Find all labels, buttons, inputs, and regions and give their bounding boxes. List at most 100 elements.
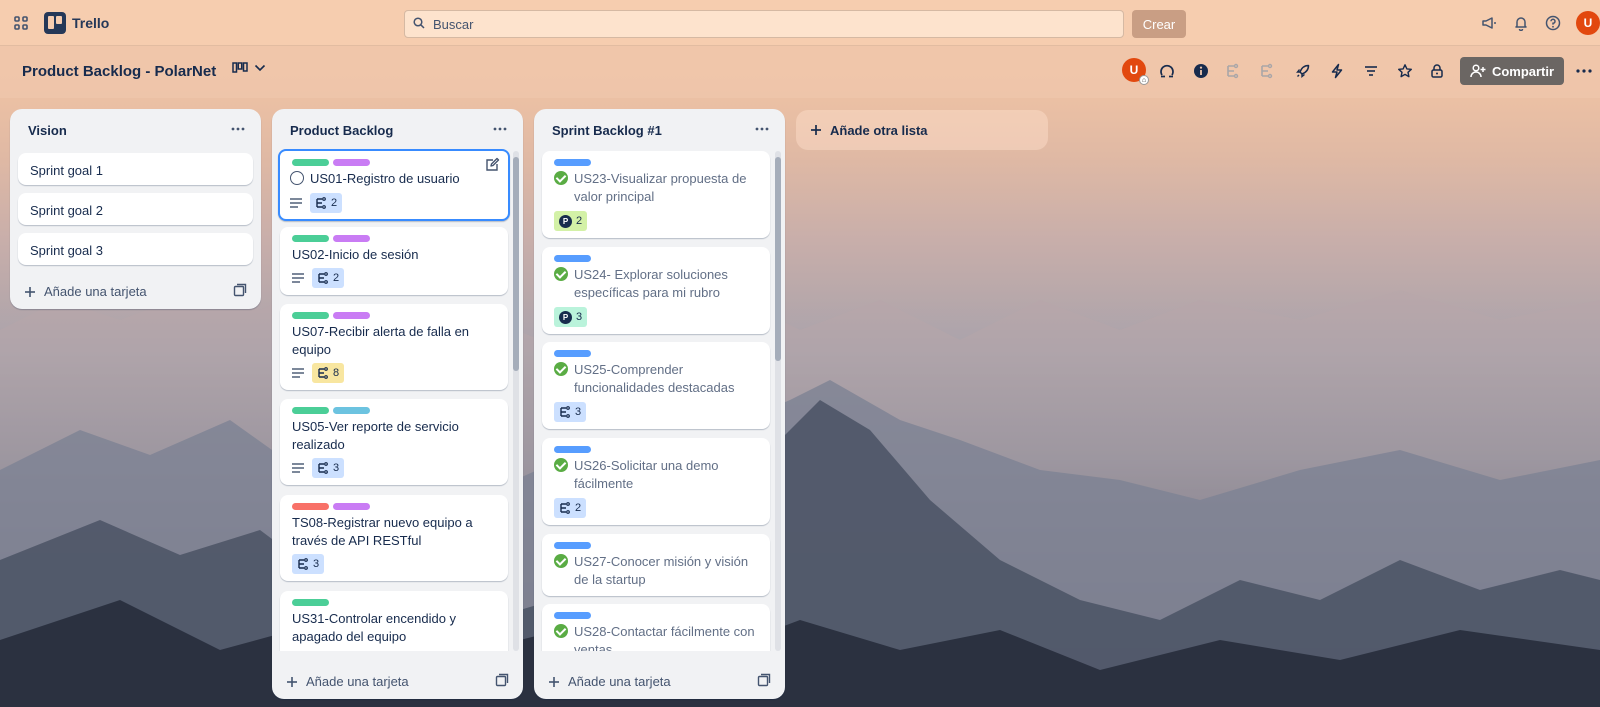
card-template-icon[interactable] <box>757 673 771 687</box>
completed-check-icon[interactable] <box>554 362 568 376</box>
label-sky[interactable] <box>554 446 591 453</box>
add-card-button[interactable]: Añade una tarjeta <box>286 674 409 689</box>
star-icon[interactable] <box>1396 62 1414 80</box>
visibility-lock-icon[interactable] <box>1428 62 1446 80</box>
card-us27[interactable]: US27-Conocer misión y visión de la start… <box>542 534 770 596</box>
list-menu-icon[interactable] <box>753 121 771 137</box>
card-sprint-goal-2[interactable]: Sprint goal 2 <box>18 193 253 225</box>
points-badge: P 3 <box>554 307 588 327</box>
story-points-value: 3 <box>313 558 320 570</box>
description-icon <box>290 198 302 208</box>
card-sprint-goal-1[interactable]: Sprint goal 1 <box>18 153 253 185</box>
complete-checkbox-icon[interactable] <box>290 171 304 185</box>
trello-logo[interactable]: Trello <box>44 12 109 34</box>
megaphone-icon[interactable] <box>1480 14 1498 32</box>
copilot-icon[interactable] <box>1158 62 1176 80</box>
card-labels <box>292 503 370 510</box>
label-sky[interactable] <box>554 159 591 166</box>
card-title-line: US05-Ver reporte de servicio <box>292 419 459 434</box>
description-icon <box>292 463 304 473</box>
info-icon[interactable] <box>1192 62 1210 80</box>
label-purple[interactable] <box>333 312 370 319</box>
power-ups-rocket-icon[interactable] <box>1294 62 1312 80</box>
app-switcher-icon[interactable] <box>12 14 30 32</box>
card-title: US24- Explorar soluciones específicas pa… <box>554 266 728 302</box>
card-ts08[interactable]: TS08-Registrar nuevo equipo a través de … <box>280 495 508 581</box>
board-menu-icon[interactable] <box>1574 62 1594 80</box>
label-sky[interactable] <box>554 612 591 619</box>
card-title-line: US28-Contactar fácilmente con <box>574 624 755 639</box>
create-button[interactable]: Crear <box>1132 10 1186 38</box>
card-title: Sprint goal 1 <box>30 163 103 178</box>
label-purple[interactable] <box>333 235 370 242</box>
edit-card-icon[interactable] <box>484 157 500 173</box>
board-view-switcher[interactable] <box>232 62 266 74</box>
completed-check-icon[interactable] <box>554 554 568 568</box>
label-sky[interactable] <box>554 255 591 262</box>
card-title: TS08-Registrar nuevo equipo a través de … <box>292 514 473 550</box>
list-scrollbar[interactable] <box>513 151 519 651</box>
custom-fields-icon[interactable] <box>1224 62 1242 80</box>
story-points-value: 3 <box>333 462 340 474</box>
card-us02[interactable]: US02-Inicio de sesión 2 <box>280 227 508 295</box>
card-sprint-goal-3[interactable]: Sprint goal 3 <box>18 233 253 265</box>
card-us05[interactable]: US05-Ver reporte de servicio realizado 3 <box>280 399 508 485</box>
card-us01[interactable]: US01-Registro de usuario 2 <box>278 149 510 221</box>
list-title[interactable]: Product Backlog <box>290 123 393 138</box>
filter-icon[interactable] <box>1362 62 1380 80</box>
label-purple[interactable] <box>333 503 370 510</box>
board-title[interactable]: Product Backlog - PolarNet <box>22 63 216 80</box>
card-title-line: realizado <box>292 437 345 452</box>
bell-icon[interactable] <box>1512 14 1530 32</box>
add-list-button[interactable]: Añade otra lista <box>796 110 1048 150</box>
card-us28[interactable]: US28-Contactar fácilmente con ventas <box>542 604 770 651</box>
card-title: US25-Comprender funcionalidades destacad… <box>554 361 734 397</box>
add-card-button[interactable]: Añade una tarjeta <box>548 674 671 689</box>
add-card-button[interactable]: Añade una tarjeta <box>24 284 147 299</box>
card-us26[interactable]: US26-Solicitar una demo fácilmente 2 <box>542 438 770 525</box>
card-us31[interactable]: US31-Controlar encendido y apagado del e… <box>280 591 508 651</box>
card-template-icon[interactable] <box>233 283 247 297</box>
card-badges: 3 <box>292 554 325 574</box>
card-us25[interactable]: US25-Comprender funcionalidades destacad… <box>542 342 770 429</box>
completed-check-icon[interactable] <box>554 458 568 472</box>
scrollbar-thumb[interactable] <box>513 157 519 371</box>
list-title[interactable]: Sprint Backlog #1 <box>552 123 662 138</box>
list-scrollbar[interactable] <box>775 151 781 651</box>
label-green[interactable] <box>292 159 329 166</box>
card-title-line: US23-Visualizar propuesta de <box>574 171 747 186</box>
automation-lightning-icon[interactable] <box>1328 62 1346 80</box>
card-us23[interactable]: US23-Visualizar propuesta de valor princ… <box>542 151 770 238</box>
card-us07[interactable]: US07-Recibir alerta de falla en equipo 8 <box>280 304 508 390</box>
label-blue[interactable] <box>333 407 370 414</box>
search-input[interactable] <box>433 16 1113 32</box>
completed-check-icon[interactable] <box>554 267 568 281</box>
user-avatar[interactable]: U <box>1576 11 1600 35</box>
card-badges: P 2 <box>554 211 588 231</box>
board-member-avatar[interactable]: U ⌂ <box>1122 58 1149 85</box>
label-green[interactable] <box>292 312 329 319</box>
list-title[interactable]: Vision <box>28 123 67 138</box>
completed-check-icon[interactable] <box>554 171 568 185</box>
label-green[interactable] <box>292 407 329 414</box>
help-icon[interactable] <box>1544 14 1562 32</box>
label-green[interactable] <box>292 235 329 242</box>
card-us24[interactable]: US24- Explorar soluciones específicas pa… <box>542 247 770 334</box>
label-purple[interactable] <box>333 159 370 166</box>
custom-fields-alt-icon[interactable] <box>1258 62 1276 80</box>
scrollbar-thumb[interactable] <box>775 157 781 361</box>
story-points-value: 3 <box>576 311 583 323</box>
search-box[interactable] <box>404 10 1124 38</box>
completed-check-icon[interactable] <box>554 624 568 638</box>
list-menu-icon[interactable] <box>491 121 509 137</box>
plus-icon <box>549 676 559 687</box>
label-sky[interactable] <box>554 350 591 357</box>
card-template-icon[interactable] <box>495 673 509 687</box>
label-red[interactable] <box>292 503 329 510</box>
label-sky[interactable] <box>554 542 591 549</box>
label-green[interactable] <box>292 599 329 606</box>
share-button[interactable]: Compartir <box>1460 57 1564 85</box>
list-menu-icon[interactable] <box>229 121 247 137</box>
card-title: US23-Visualizar propuesta de valor princ… <box>554 170 746 206</box>
story-points-icon <box>560 502 570 514</box>
